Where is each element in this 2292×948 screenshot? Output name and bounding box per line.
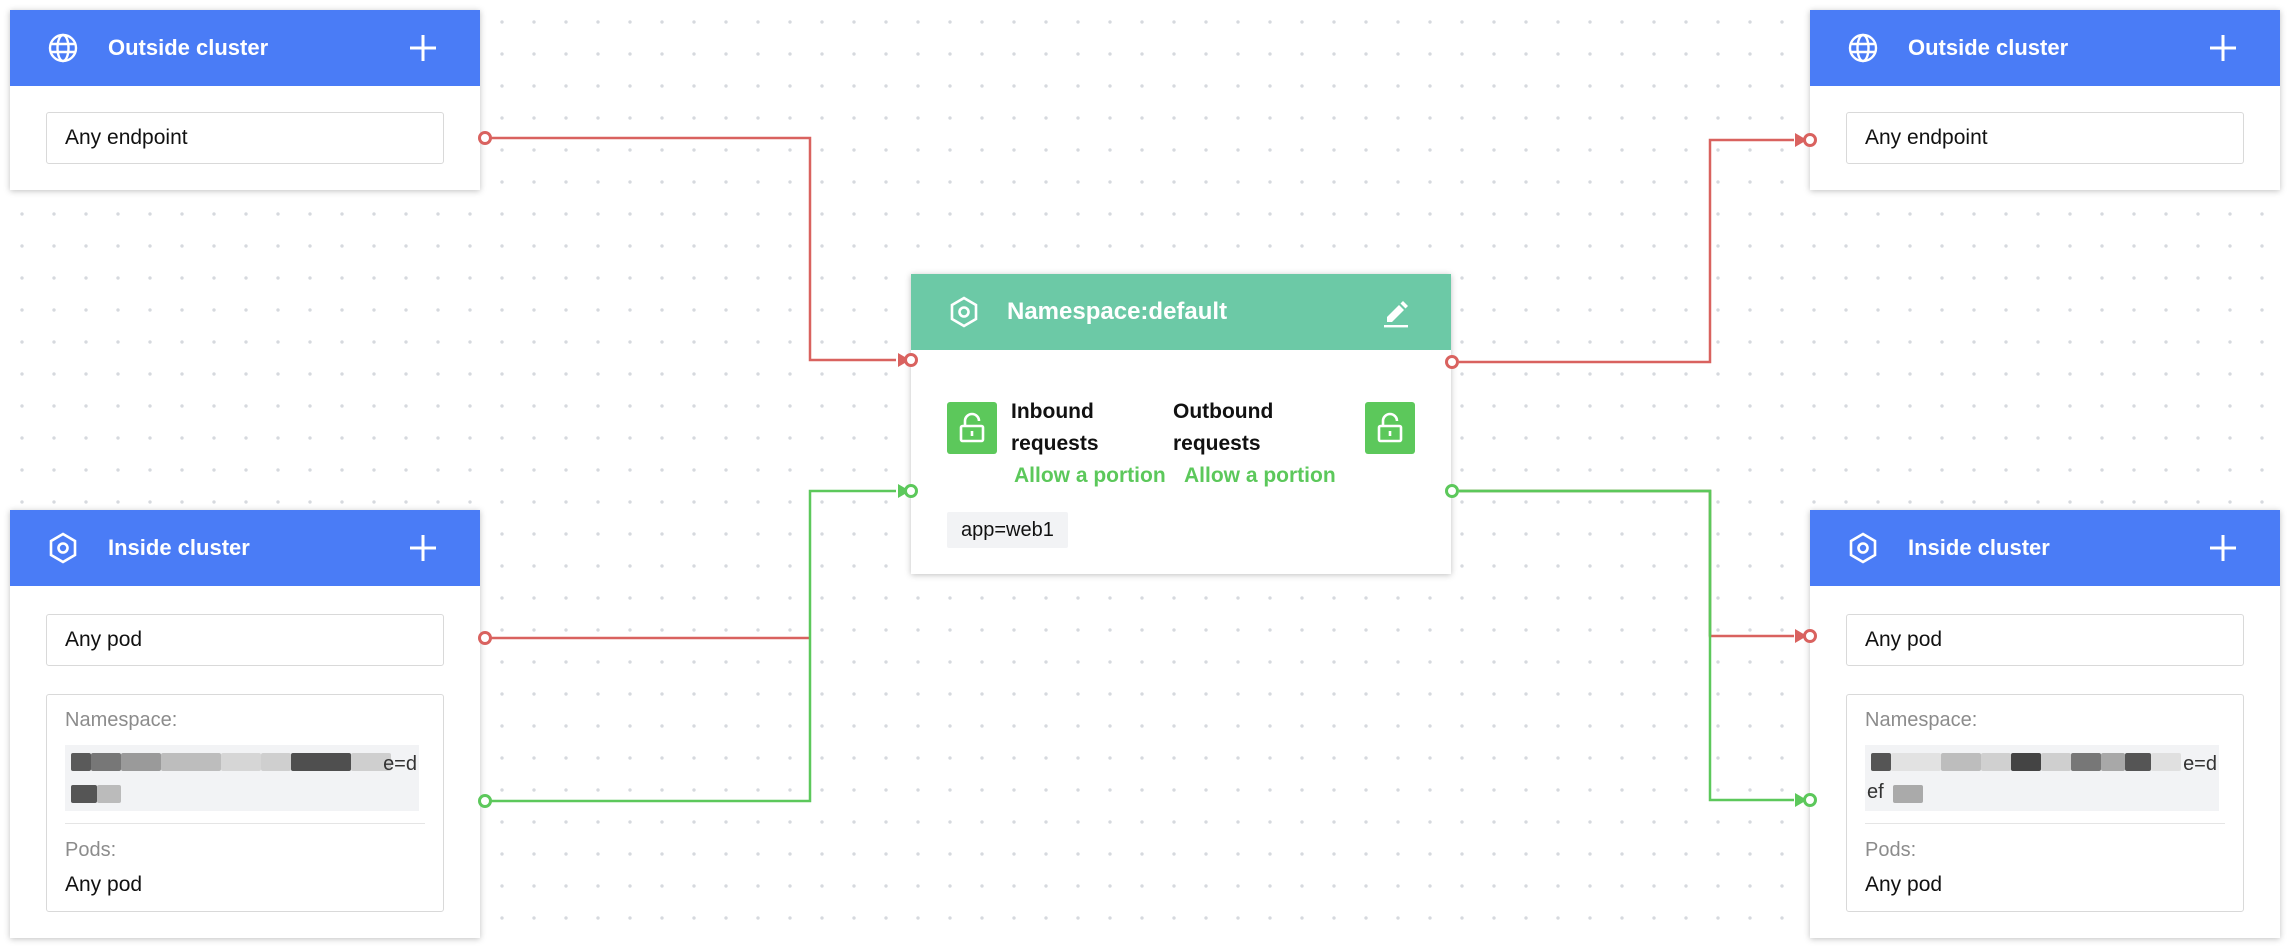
globe-icon xyxy=(1846,31,1880,65)
edge-outbound-to-right-inside-pod xyxy=(1459,489,1794,638)
node-title: Outside cluster xyxy=(108,35,269,60)
edge-left-outside-to-inbound xyxy=(485,136,896,362)
left-outside-cluster-node[interactable]: Outside cluster Any endpoint xyxy=(10,10,480,190)
left-inside-cluster-header: Inside cluster xyxy=(10,510,480,586)
right-inside-pod-input-port[interactable] xyxy=(1803,629,1817,643)
pods-value: Any pod xyxy=(65,873,143,896)
outbound-status-link[interactable]: Allow a portion xyxy=(1184,464,1336,488)
namespace-selector-card[interactable]: Namespace: e=d Pods: Any pod xyxy=(46,694,444,912)
right-inside-cluster-node[interactable]: Inside cluster Any pod Namespace: e=d ef xyxy=(1810,510,2280,938)
pods-label: Pods: xyxy=(65,839,117,861)
left-inside-pod-output-port[interactable] xyxy=(478,631,492,645)
kubernetes-icon xyxy=(46,531,80,565)
add-button[interactable] xyxy=(2206,31,2240,65)
node-title: Outside cluster xyxy=(1908,35,2069,60)
pod-label-tag: app=web1 xyxy=(947,512,1068,548)
namespace-value-redacted: e=d ef xyxy=(1865,745,2219,811)
left-outside-cluster-header: Outside cluster xyxy=(10,10,480,86)
inbound-status-link[interactable]: Allow a portion xyxy=(1014,464,1166,488)
namespace-value-redacted: e=d xyxy=(65,745,419,811)
inbound-requests-title: Inbound requests xyxy=(1011,400,1099,455)
divider xyxy=(65,823,425,824)
node-title: Inside cluster xyxy=(108,535,250,560)
add-button[interactable] xyxy=(406,31,440,65)
namespace-label: Namespace: xyxy=(65,709,178,731)
right-outside-cluster-header: Outside cluster xyxy=(1810,10,2280,86)
namespace-outbound-deny-port[interactable] xyxy=(1445,355,1459,369)
outbound-unlock-icon[interactable] xyxy=(1365,402,1415,454)
globe-icon xyxy=(46,31,80,65)
node-title: Inside cluster xyxy=(1908,535,2050,560)
namespace-selector-card[interactable]: Namespace: e=d ef Pods: Any pod xyxy=(1846,694,2244,912)
right-inside-ns-input-port[interactable] xyxy=(1803,793,1817,807)
right-outside-input-port[interactable] xyxy=(1803,133,1817,147)
add-button[interactable] xyxy=(406,531,440,565)
edge-outbound-to-right-outside xyxy=(1459,138,1794,364)
edge-outbound-to-right-inside-ns xyxy=(1459,489,1794,802)
namespace-node[interactable]: Namespace:default Inbound requests Allow… xyxy=(911,274,1451,574)
inbound-unlock-icon[interactable] xyxy=(947,402,997,454)
add-button[interactable] xyxy=(2206,531,2240,565)
namespace-inbound-allow-port[interactable] xyxy=(904,484,918,498)
namespace-outbound-allow-port[interactable] xyxy=(1445,484,1459,498)
left-outside-output-port[interactable] xyxy=(478,131,492,145)
right-outside-cluster-node[interactable]: Outside cluster Any endpoint xyxy=(1810,10,2280,190)
left-inside-ns-output-port[interactable] xyxy=(478,794,492,808)
left-inside-cluster-node[interactable]: Inside cluster Any pod Namespace: e=d Po… xyxy=(10,510,480,938)
edge-left-inside-to-inbound xyxy=(485,489,896,803)
kubernetes-icon xyxy=(947,295,981,329)
namespace-label: Namespace: xyxy=(1865,709,1978,731)
kubernetes-icon xyxy=(1846,531,1880,565)
outbound-requests-title: Outbound requests xyxy=(1173,400,1274,455)
any-endpoint-item[interactable]: Any endpoint xyxy=(46,112,444,164)
namespace-title: Namespace:default xyxy=(1007,298,1228,325)
pods-label: Pods: xyxy=(1865,839,1917,861)
any-endpoint-item[interactable]: Any endpoint xyxy=(1846,112,2244,164)
any-pod-item[interactable]: Any pod xyxy=(46,614,444,666)
policy-canvas[interactable]: Outside cluster Any endpoint Inside clus… xyxy=(0,0,2292,948)
any-pod-item[interactable]: Any pod xyxy=(1846,614,2244,666)
pods-value: Any pod xyxy=(1865,873,1943,896)
right-inside-cluster-header: Inside cluster xyxy=(1810,510,2280,586)
edit-button[interactable] xyxy=(1379,296,1413,330)
namespace-node-header: Namespace:default xyxy=(911,274,1451,350)
divider xyxy=(1865,823,2225,824)
namespace-inbound-deny-port[interactable] xyxy=(904,353,918,367)
